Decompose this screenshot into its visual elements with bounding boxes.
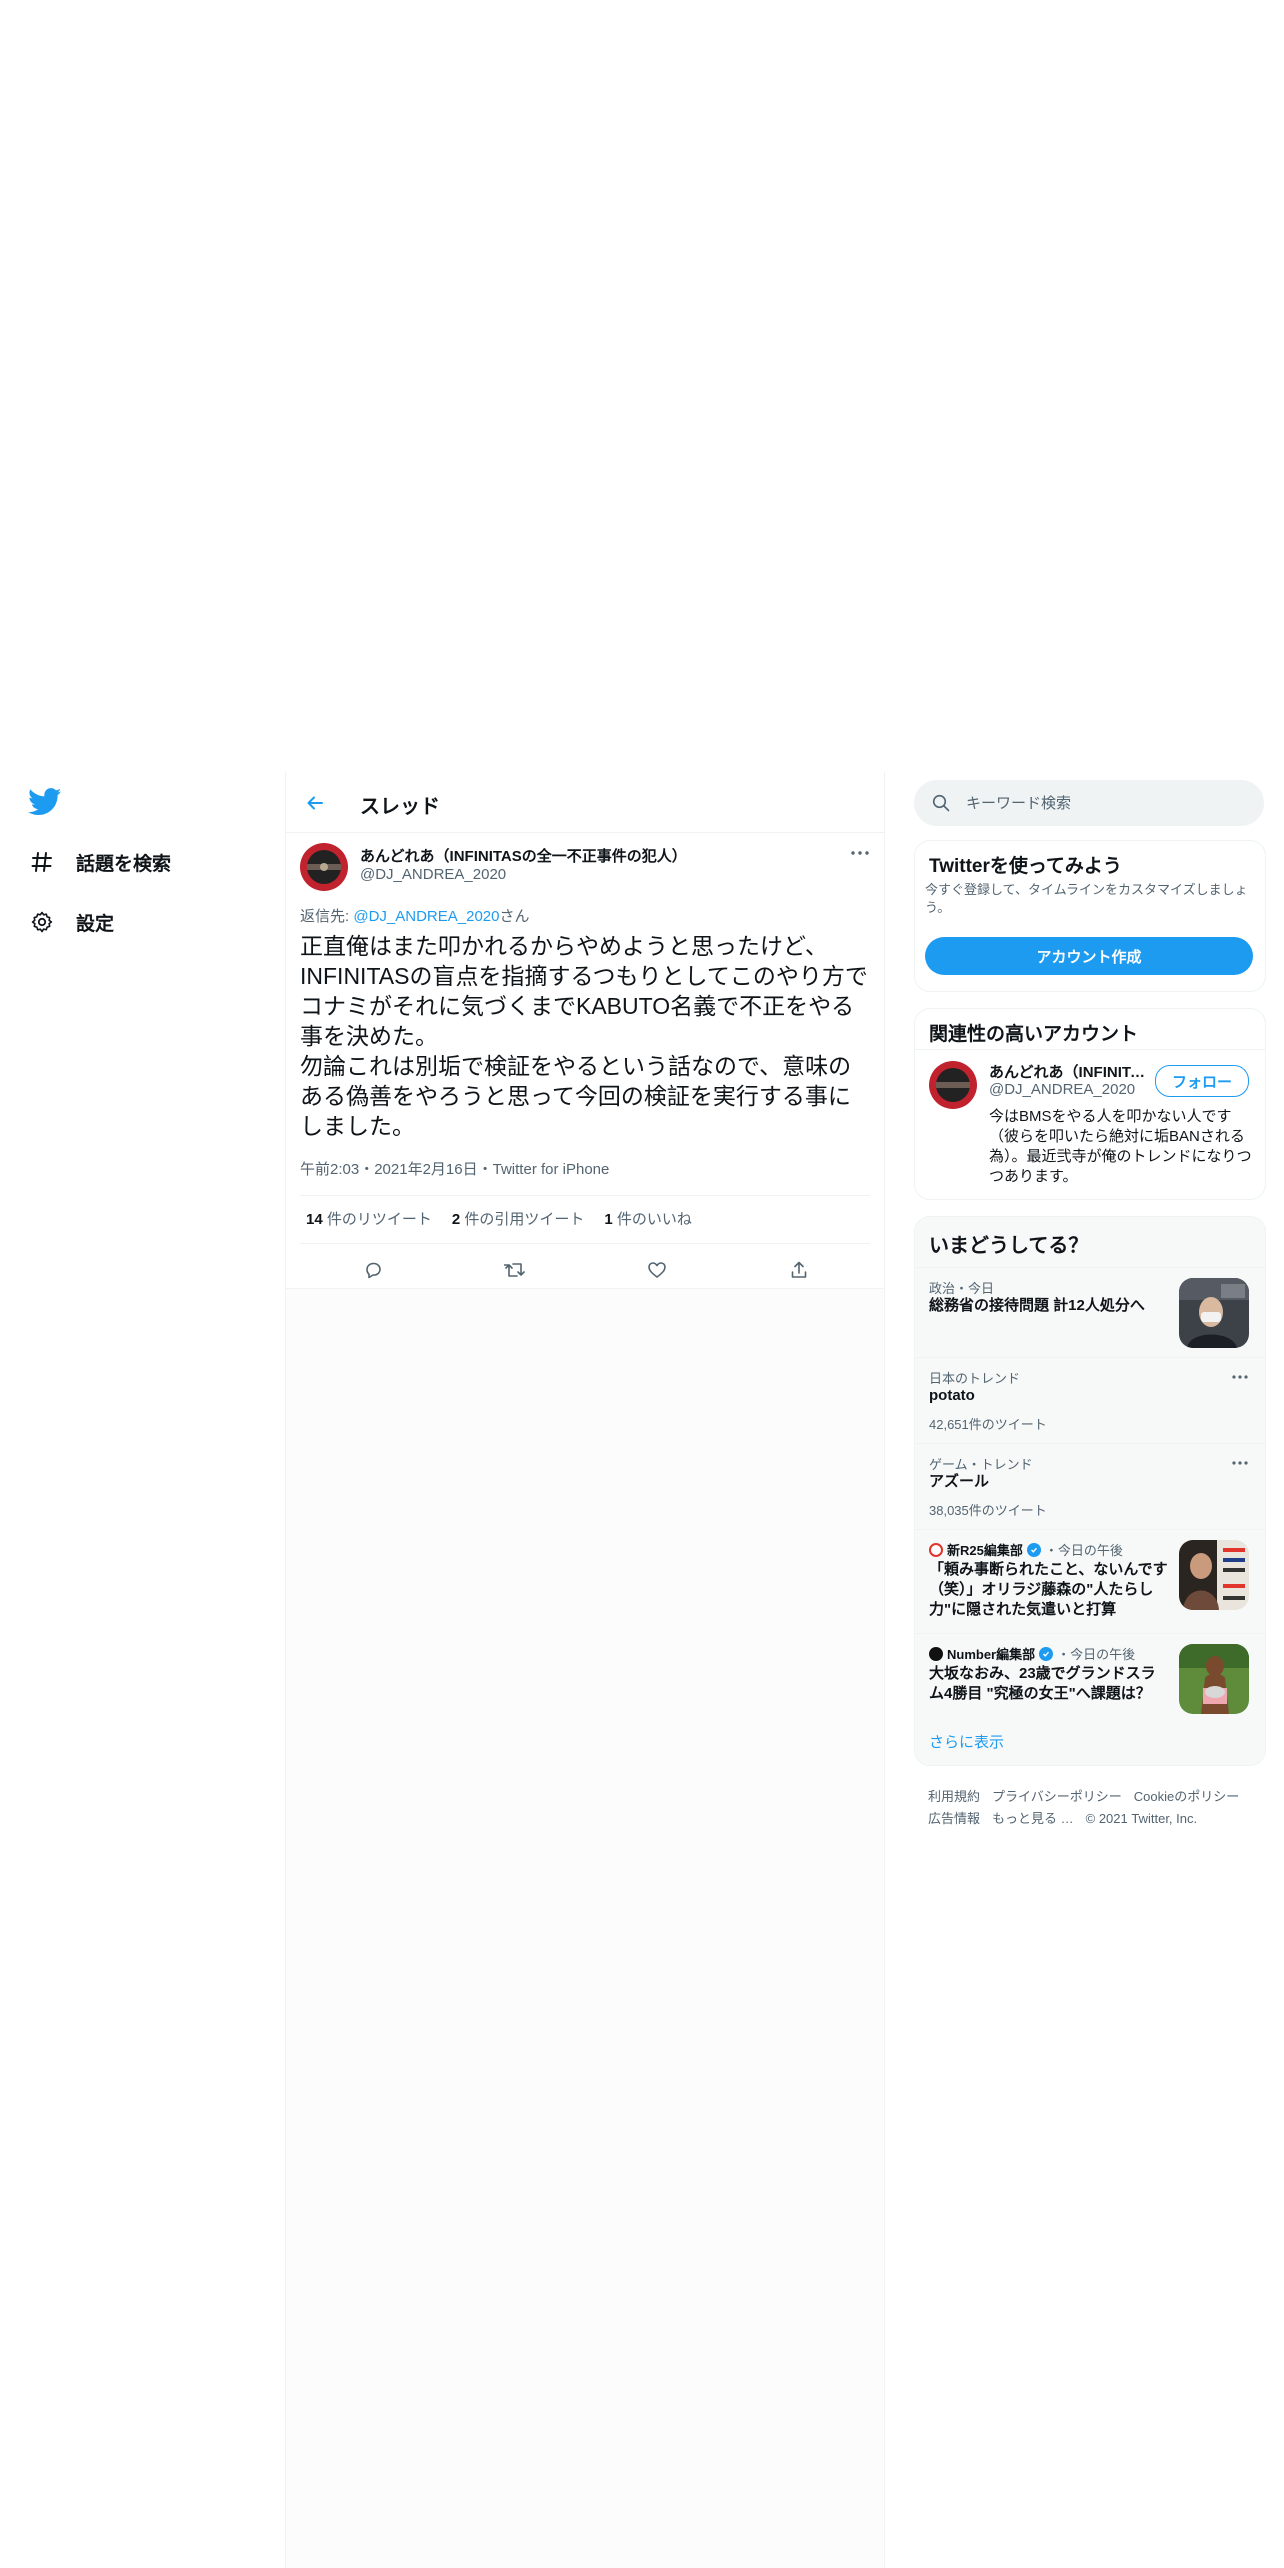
trends-card: いまどうしてる？ 政治・今日 総務省の接待問題 計12人処分へ 日本のトレンド … [914, 1216, 1266, 1766]
trend-count: 42,651件のツイート [929, 1417, 1047, 1432]
footer: 利用規約 プライバシーポリシー Cookieのポリシー 広告情報 もっと見る … © 2… [928, 1786, 1258, 1830]
news-publisher: Number編集部 ・今日の午後 [929, 1644, 1135, 1663]
related-account-name[interactable]: あんどれあ（INFINITASの全一不正事件の犯人） [989, 1061, 1149, 1082]
search-icon [932, 794, 950, 812]
follow-button[interactable]: フォロー [1155, 1065, 1249, 1097]
retweet-button[interactable] [498, 1253, 532, 1287]
news-publisher: 新R25編集部 ・今日の午後 [929, 1540, 1123, 1559]
trend-title: アズール [929, 1473, 990, 1490]
related-title: 関連性の高いアカウント [929, 1024, 1139, 1045]
like-count[interactable]: 1 件のいいね [604, 1208, 692, 1229]
main-column: スレッド あんどれあ（INFINITASの全一不正事件の犯人） @DJ_ANDR… [286, 772, 884, 2568]
back-arrow-icon [307, 796, 323, 810]
related-account-bio: 今はBMSをやる人を叩かない人です（彼らを叩いたら絶対に垢BANされる為）。最近… [989, 1108, 1252, 1185]
more-options-icon[interactable] [1227, 1454, 1253, 1472]
more-options-icon[interactable] [1227, 1368, 1253, 1386]
search-bar[interactable] [914, 780, 1264, 826]
create-account-button[interactable]: アカウント作成 [925, 937, 1253, 975]
reply-handle-link[interactable]: @DJ_ANDREA_2020 [353, 908, 499, 925]
news-thumbnail [1179, 1644, 1249, 1714]
nav-item-label: 設定 [76, 913, 115, 935]
back-button[interactable] [298, 786, 332, 820]
divider [300, 1243, 870, 1244]
tweet-meta: 午前2:03・2021年2月16日・Twitter for iPhone [300, 1161, 610, 1178]
nav-item-explore[interactable]: 話題を検索 [28, 840, 171, 884]
hashtag-icon [28, 848, 56, 876]
trend-item[interactable]: 日本のトレンド potato 42,651件のツイート [915, 1357, 1265, 1444]
footer-link-terms[interactable]: 利用規約 [928, 1789, 980, 1804]
tweet-source[interactable]: Twitter for iPhone [493, 1161, 610, 1178]
retweet-icon [504, 1263, 525, 1277]
avatar[interactable] [300, 843, 348, 891]
trend-item[interactable]: ゲーム・トレンド アズール 38,035件のツイート [915, 1443, 1265, 1530]
like-button[interactable] [640, 1253, 674, 1287]
footer-link-more[interactable]: もっと見る … [992, 1811, 1074, 1826]
twitter-logo-icon[interactable] [28, 788, 62, 821]
show-more-link[interactable]: さらに表示 [929, 1731, 1004, 1752]
author-handle[interactable]: @DJ_ANDREA_2020 [360, 866, 506, 883]
gear-icon [28, 908, 56, 936]
reply-icon [366, 1262, 381, 1279]
news-item[interactable]: 新R25編集部 ・今日の午後 「頼み事断られたこと、ないんです（笑）」オリラジ藤… [915, 1529, 1265, 1634]
more-options-icon[interactable] [846, 843, 874, 863]
verified-badge-icon [1039, 1646, 1054, 1661]
news-thumbnail [1179, 1540, 1249, 1610]
signup-description: 今すぐ登録して、タイムラインをカスタマイズしましょう。 [925, 882, 1248, 915]
page-title: スレッド [360, 796, 440, 818]
news-title: 大坂なおみ、23歳でグランドスラム4勝目 "究極の女王"へ課題は？ [929, 1665, 1156, 1702]
reply-button[interactable] [356, 1253, 390, 1287]
nav-item-settings[interactable]: 設定 [28, 900, 114, 944]
trend-thumbnail [1179, 1278, 1249, 1348]
publisher-logo-icon [929, 1646, 943, 1661]
nav-item-label: 話題を検索 [76, 853, 172, 875]
avatar[interactable] [929, 1061, 977, 1109]
heart-icon [648, 1262, 666, 1278]
tweet-text: 正直俺はまた叩かれるからやめようと思ったけど、INFINITASの盲点を指摘する… [300, 933, 868, 1139]
trend-meta: ゲーム・トレンド [929, 1457, 1033, 1472]
footer-link-ads[interactable]: 広告情報 [928, 1811, 980, 1826]
column-divider [884, 772, 885, 2568]
copyright: © 2021 Twitter, Inc. [1085, 1811, 1198, 1826]
verified-badge-icon [1026, 1542, 1041, 1557]
quote-count[interactable]: 2 件の引用ツイート [452, 1208, 585, 1229]
news-title: 「頼み事断られたこと、ないんです（笑）」オリラジ藤森の"人たらし力"に隠された気… [929, 1561, 1168, 1618]
divider [300, 1195, 870, 1196]
trend-title: 総務省の接待問題 計12人処分へ [929, 1297, 1145, 1314]
signup-card: Twitterを使ってみよう 今すぐ登録して、タイムラインをカスタマイズしましょ… [914, 840, 1266, 992]
footer-link-cookies[interactable]: Cookieのポリシー [1134, 1789, 1239, 1804]
share-button[interactable] [782, 1253, 816, 1287]
thread-header: スレッド [286, 772, 884, 833]
trend-meta: 政治・今日 [929, 1281, 995, 1296]
tweet-stats: 14 件のリツイート 2 件の引用ツイート 1 件のいいね [306, 1208, 692, 1229]
trend-title: potato [929, 1387, 975, 1404]
retweet-count[interactable]: 14 件のリツイート [306, 1208, 432, 1229]
news-item[interactable]: Number編集部 ・今日の午後 大坂なおみ、23歳でグランドスラム4勝目 "究… [915, 1633, 1265, 1720]
signup-title: Twitterを使ってみよう [929, 856, 1122, 877]
tweet: あんどれあ（INFINITASの全一不正事件の犯人） @DJ_ANDREA_20… [286, 833, 884, 1289]
trend-count: 38,035件のツイート [929, 1503, 1047, 1518]
reply-to: 返信先: @DJ_ANDREA_2020さん [300, 908, 530, 925]
related-accounts-card: 関連性の高いアカウント あんどれあ（INFINITASの全一不正事件の犯人） @… [914, 1008, 1266, 1200]
author-name[interactable]: あんどれあ（INFINITASの全一不正事件の犯人） [360, 845, 687, 866]
share-icon [791, 1261, 807, 1278]
related-account-handle[interactable]: @DJ_ANDREA_2020 [989, 1081, 1135, 1098]
tweet-time[interactable]: 午前2:03 [300, 1161, 359, 1178]
publisher-logo-icon [929, 1542, 943, 1557]
trends-title: いまどうしてる？ [929, 1235, 1089, 1257]
trend-meta: 日本のトレンド [929, 1371, 1021, 1386]
tweet-date[interactable]: 2021年2月16日 [374, 1161, 477, 1178]
trend-item[interactable]: 政治・今日 総務省の接待問題 計12人処分へ [915, 1267, 1265, 1358]
footer-link-privacy[interactable]: プライバシーポリシー [992, 1789, 1122, 1804]
search-input[interactable] [964, 793, 1228, 813]
